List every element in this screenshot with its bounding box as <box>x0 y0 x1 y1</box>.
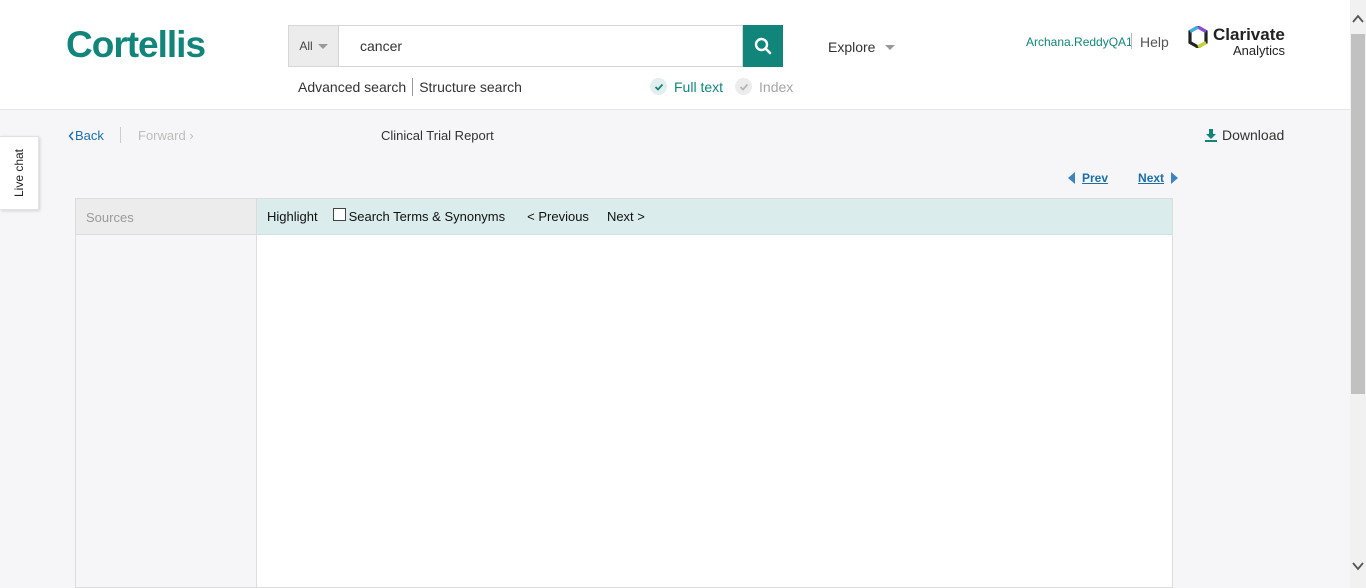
brand-subname: Analytics <box>1233 43 1286 58</box>
back-label: Back <box>75 128 104 143</box>
index-toggle[interactable]: Index <box>735 78 793 95</box>
record-pager: Prev Next <box>1068 171 1179 185</box>
sources-panel: Sources <box>75 198 257 588</box>
forward-label: Forward <box>138 128 186 143</box>
advanced-search-link[interactable]: Advanced search <box>298 79 406 95</box>
search-button[interactable] <box>743 25 783 67</box>
help-link[interactable]: Help <box>1140 34 1169 50</box>
next-highlight-link[interactable]: Next > <box>607 209 645 224</box>
previous-highlight-link[interactable]: < Previous <box>527 209 589 224</box>
search-links: Advanced search Structure search <box>298 78 522 96</box>
page-title: Clinical Trial Report <box>381 128 494 143</box>
document-panel: Highlight Search Terms & Synonyms < Prev… <box>256 198 1173 588</box>
index-label: Index <box>759 78 794 95</box>
full-text-toggle[interactable]: Full text <box>650 78 723 95</box>
scrollbar-thumb[interactable] <box>1351 34 1365 394</box>
triangle-right-icon <box>1171 172 1179 184</box>
search-terms-label[interactable]: Search Terms & Synonyms <box>349 209 506 224</box>
explore-label: Explore <box>828 39 876 55</box>
search-icon <box>754 37 772 55</box>
explore-menu[interactable]: Explore <box>828 39 896 55</box>
scroll-down-icon[interactable] <box>1352 561 1364 571</box>
app-header: Cortellis All Advanced search Structure … <box>0 0 1350 110</box>
user-account-link[interactable]: Archana.ReddyQA1 <box>1026 35 1133 49</box>
full-text-label: Full text <box>674 78 724 95</box>
sources-header: Sources <box>76 199 257 235</box>
clarivate-logo[interactable]: Clarivate Analytics <box>1188 26 1285 57</box>
chevron-left-icon <box>68 131 74 140</box>
structure-search-link[interactable]: Structure search <box>419 79 522 95</box>
highlight-toolbar: Highlight Search Terms & Synonyms < Prev… <box>257 199 1172 235</box>
brand-name: Clarivate <box>1213 25 1285 44</box>
chevron-down-icon <box>885 44 896 50</box>
cortellis-logo[interactable]: Cortellis <box>66 24 206 66</box>
search-terms-checkbox[interactable] <box>332 208 346 221</box>
forward-link[interactable]: Forward › <box>138 128 194 143</box>
highlight-label: Highlight <box>267 209 318 224</box>
check-icon <box>650 78 667 95</box>
search-mode-toggles: Full text Index <box>650 78 793 95</box>
search-scope-label: All <box>299 39 313 53</box>
live-chat-label: Live chat <box>12 148 26 198</box>
divider <box>1131 33 1132 49</box>
check-icon <box>735 78 753 95</box>
back-link[interactable]: Back <box>68 128 104 143</box>
download-label: Download <box>1222 127 1285 143</box>
scroll-up-icon[interactable] <box>1352 14 1364 24</box>
clarivate-mark-icon <box>1188 26 1208 48</box>
download-icon <box>1205 129 1217 142</box>
search-scope-dropdown[interactable]: All <box>288 25 338 67</box>
download-button[interactable]: Download <box>1204 127 1284 143</box>
live-chat-tab[interactable]: Live chat <box>0 136 39 210</box>
divider <box>120 127 121 143</box>
divider <box>412 78 414 96</box>
search-bar: All <box>288 25 783 67</box>
prev-record-link[interactable]: Prev <box>1082 171 1108 185</box>
triangle-left-icon <box>1068 172 1075 184</box>
search-input[interactable] <box>338 25 743 67</box>
chevron-right-icon: › <box>189 128 194 143</box>
chevron-down-icon <box>317 43 328 49</box>
next-record-link[interactable]: Next <box>1138 171 1164 185</box>
